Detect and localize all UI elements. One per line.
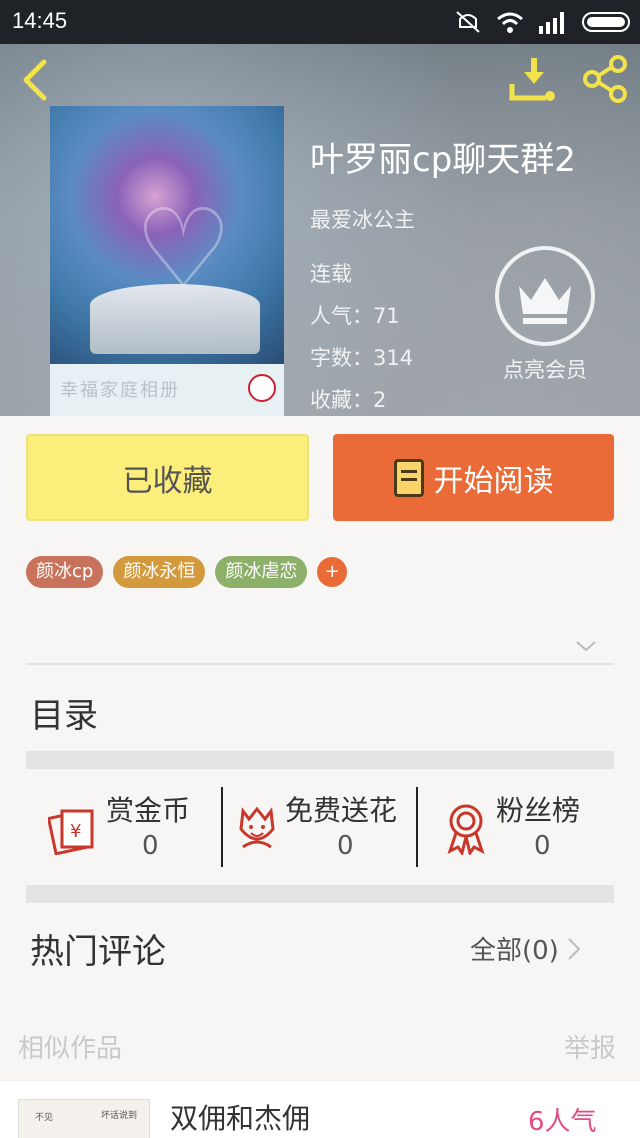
open-book-graphic bbox=[90, 284, 260, 354]
tag-item[interactable]: 颜冰cp bbox=[26, 556, 104, 588]
stat-value: 0 bbox=[534, 831, 551, 861]
similar-work-thumbnail: 不见 坏话说到 bbox=[18, 1099, 150, 1138]
tag-item[interactable]: 颜冰永恒 bbox=[113, 556, 206, 588]
chevron-down-icon[interactable] bbox=[574, 636, 598, 656]
medal-icon bbox=[447, 804, 485, 855]
report-link[interactable]: 举报 bbox=[564, 1028, 616, 1065]
similar-works-title: 相似作品 bbox=[18, 1034, 123, 1064]
flower-icon bbox=[239, 806, 275, 849]
reward-coins-button[interactable]: ¥ 赏金币 0 bbox=[26, 787, 222, 867]
book-title: 叶罗丽cp聊天群2 bbox=[310, 140, 576, 180]
fan-ranking-button[interactable]: 粉丝榜 0 bbox=[418, 787, 614, 867]
free-flower-button[interactable]: 免费送花 0 bbox=[223, 787, 417, 867]
book-author[interactable]: 最爱冰公主 bbox=[310, 204, 415, 234]
status-bar: 14:45 bbox=[0, 0, 640, 44]
add-tag-button[interactable]: + bbox=[317, 557, 348, 587]
tag-item[interactable]: 颜冰虐恋 bbox=[215, 556, 308, 588]
status-time: 14:45 bbox=[12, 8, 68, 33]
collected-button[interactable]: 已收藏 bbox=[26, 434, 309, 521]
crown-icon bbox=[495, 246, 595, 346]
signal-icon bbox=[539, 12, 564, 34]
book-cover[interactable]: ♡ 幸福家庭相册 bbox=[50, 106, 284, 416]
book-popularity: 人气：71 bbox=[310, 304, 400, 328]
thumb-text: 不见 bbox=[35, 1113, 54, 1123]
section-separator bbox=[26, 751, 614, 769]
divider bbox=[26, 663, 614, 665]
vip-button[interactable]: 点亮会员 bbox=[490, 246, 600, 396]
chevron-right-icon bbox=[568, 937, 581, 960]
wifi-icon bbox=[497, 12, 523, 33]
toc-title[interactable]: 目录 bbox=[30, 688, 98, 737]
battery-icon bbox=[582, 12, 630, 32]
book-status: 连载 bbox=[310, 262, 352, 286]
seal-icon bbox=[248, 374, 276, 402]
svg-text:¥: ¥ bbox=[70, 821, 81, 842]
similar-work-item[interactable]: 不见 坏话说到 双佣和杰佣 6人气 bbox=[0, 1080, 640, 1138]
similar-work-popularity: 6人气 bbox=[528, 1107, 597, 1137]
stat-name: 粉丝榜 bbox=[496, 794, 581, 827]
all-comments-label: 全部(0) bbox=[470, 936, 559, 966]
start-reading-button[interactable]: 开始阅读 bbox=[333, 434, 614, 521]
similar-work-name: 双佣和杰佣 bbox=[170, 1102, 311, 1135]
book-word-count: 字数：314 bbox=[310, 346, 414, 370]
thumb-text: 坏话说到 bbox=[101, 1111, 138, 1121]
book-favorites: 收藏：2 bbox=[310, 388, 387, 412]
book-header: ♡ 幸福家庭相册 叶罗丽cp聊天群2 最爱冰公主 连载 人气：71 字数：314… bbox=[0, 44, 640, 416]
all-comments-link[interactable]: 全部(0) bbox=[470, 930, 581, 967]
stats-row: ¥ 赏金币 0 免费送花 0 粉丝榜 0 bbox=[26, 787, 614, 867]
tag-list: 颜冰cp 颜冰永恒 颜冰虐恋 + bbox=[26, 556, 348, 588]
red-envelope-icon: ¥ bbox=[48, 809, 94, 855]
download-button[interactable] bbox=[508, 54, 560, 104]
hot-comments-title: 热门评论 bbox=[30, 932, 166, 972]
stat-value: 0 bbox=[337, 831, 354, 861]
cover-caption-text: 幸福家庭相册 bbox=[60, 380, 180, 401]
stat-name: 赏金币 bbox=[106, 794, 191, 827]
book-icon bbox=[393, 458, 424, 497]
stat-value: 0 bbox=[142, 831, 159, 861]
back-button[interactable] bbox=[16, 58, 56, 102]
status-icons bbox=[454, 8, 630, 36]
share-button[interactable] bbox=[580, 54, 630, 104]
section-separator bbox=[26, 885, 614, 903]
stat-name: 免费送花 bbox=[285, 794, 398, 827]
mute-icon bbox=[456, 11, 480, 33]
start-reading-label: 开始阅读 bbox=[433, 463, 554, 499]
vip-label: 点亮会员 bbox=[503, 358, 587, 382]
cover-caption: 幸福家庭相册 bbox=[50, 364, 284, 416]
